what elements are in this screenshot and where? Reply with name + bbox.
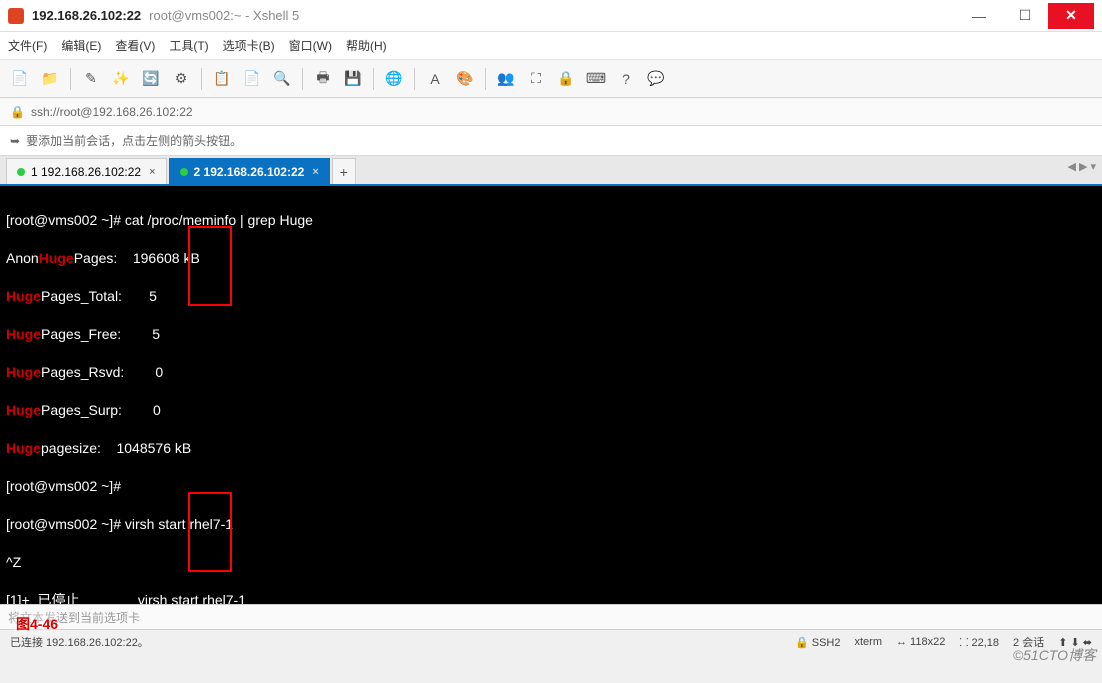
separator xyxy=(302,68,303,90)
status-connection: 已连接 192.168.26.102:22。 xyxy=(10,634,149,650)
status-bar: 已连接 192.168.26.102:22。 🔒 SSH2 xterm ↔ 11… xyxy=(0,630,1102,654)
compose-bar[interactable]: 将文本发送到当前选项卡 xyxy=(0,604,1102,630)
terminal-output[interactable]: [root@vms002 ~]# cat /proc/meminfo | gre… xyxy=(0,186,1102,604)
separator xyxy=(373,68,374,90)
tab-close-icon[interactable]: × xyxy=(312,166,318,178)
edit-icon[interactable]: ✎ xyxy=(79,67,103,91)
open-icon[interactable]: 📁 xyxy=(38,67,62,91)
maximize-button[interactable]: ☐ xyxy=(1002,3,1048,29)
window-title-main: 192.168.26.102:22 xyxy=(32,8,141,23)
tab-nav[interactable]: ◀ ▶ ▾ xyxy=(1067,160,1096,173)
window-title-sub: root@vms002:~ - Xshell 5 xyxy=(149,8,299,23)
tab-label: 2 192.168.26.102:22 xyxy=(194,165,305,179)
find-icon[interactable]: 🔍 xyxy=(270,67,294,91)
terminal-line: HugePages_Rsvd: 0 xyxy=(6,363,1096,382)
menu-tabs[interactable]: 选项卡(B) xyxy=(223,37,275,54)
status-protocol: 🔒 SSH2 xyxy=(795,636,841,649)
help-icon[interactable]: ? xyxy=(614,67,638,91)
status-termtype: xterm xyxy=(854,636,882,648)
status-size: ↔ 118x22 xyxy=(896,636,945,648)
address-bar[interactable]: 🔒 ssh://root@192.168.26.102:22 xyxy=(0,98,1102,126)
terminal-line: Hugepagesize: 1048576 kB xyxy=(6,439,1096,458)
separator xyxy=(414,68,415,90)
keyboard-icon[interactable]: ⌨ xyxy=(584,67,608,91)
terminal-line: HugePages_Free: 5 xyxy=(6,325,1096,344)
copy-icon[interactable]: 📋 xyxy=(210,67,234,91)
status-dot-icon xyxy=(180,168,188,176)
globe-icon[interactable]: 🌐 xyxy=(382,67,406,91)
terminal-line: HugePages_Surp: 0 xyxy=(6,401,1096,420)
properties-icon[interactable]: ⚙ xyxy=(169,67,193,91)
terminal-line: [root@vms002 ~]# cat /proc/meminfo | gre… xyxy=(6,211,1096,230)
close-button[interactable]: ✕ xyxy=(1048,3,1094,29)
menu-edit[interactable]: 编辑(E) xyxy=(61,37,101,54)
reconnect-icon[interactable]: 🔄 xyxy=(139,67,163,91)
menu-bar: 文件(F) 编辑(E) 查看(V) 工具(T) 选项卡(B) 窗口(W) 帮助(… xyxy=(0,32,1102,60)
new-session-icon[interactable]: 📄 xyxy=(8,67,32,91)
menu-view[interactable]: 查看(V) xyxy=(115,37,155,54)
menu-file[interactable]: 文件(F) xyxy=(8,37,47,54)
font-icon[interactable]: A xyxy=(423,67,447,91)
terminal-line: HugePages_Total: 5 xyxy=(6,287,1096,306)
fullscreen-icon[interactable]: ⛶ xyxy=(524,67,548,91)
wand-icon[interactable]: ✨ xyxy=(109,67,133,91)
tab-label: 1 192.168.26.102:22 xyxy=(31,165,141,179)
terminal-line: [1]+ 已停止 virsh start rhel7-1 xyxy=(6,591,1096,604)
menu-help[interactable]: 帮助(H) xyxy=(346,37,387,54)
hint-text: 要添加当前会话，点击左侧的箭头按钮。 xyxy=(26,132,242,149)
figure-label: 图4-46 xyxy=(14,613,60,635)
tab-close-icon[interactable]: × xyxy=(149,166,155,178)
separator xyxy=(70,68,71,90)
hint-bar: ➥ 要添加当前会话，点击左侧的箭头按钮。 xyxy=(0,126,1102,156)
status-dot-icon xyxy=(17,168,25,176)
watermark: ©51CTO博客 xyxy=(1013,645,1096,665)
arrow-icon[interactable]: ➥ xyxy=(10,134,20,148)
title-bar: 192.168.26.102:22 root@vms002:~ - Xshell… xyxy=(0,0,1102,32)
separator xyxy=(201,68,202,90)
save-icon[interactable]: 💾 xyxy=(341,67,365,91)
menu-tools[interactable]: 工具(T) xyxy=(169,37,208,54)
address-text: ssh://root@192.168.26.102:22 xyxy=(31,105,193,119)
app-logo-icon xyxy=(8,8,24,24)
toolbar: 📄 📁 ✎ ✨ 🔄 ⚙ 📋 📄 🔍 🖶 💾 🌐 A 🎨 👥 ⛶ 🔒 ⌨ ? 💬 xyxy=(0,60,1102,98)
menu-window[interactable]: 窗口(W) xyxy=(289,37,332,54)
lock-icon: 🔒 xyxy=(10,105,25,119)
terminal-line: ^Z xyxy=(6,553,1096,572)
status-position: ⸬ 22,18 xyxy=(959,635,999,650)
paste-icon[interactable]: 📄 xyxy=(240,67,264,91)
tab-session-1[interactable]: 1 192.168.26.102:22 × xyxy=(6,158,167,184)
lock-icon[interactable]: 🔒 xyxy=(554,67,578,91)
chat-icon[interactable]: 💬 xyxy=(644,67,668,91)
terminal-line: [root@vms002 ~]# virsh start rhel7-1 xyxy=(6,515,1096,534)
color-icon[interactable]: 🎨 xyxy=(453,67,477,91)
terminal-line: AnonHugePages: 196608 kB xyxy=(6,249,1096,268)
print-icon[interactable]: 🖶 xyxy=(311,67,335,91)
users-icon[interactable]: 👥 xyxy=(494,67,518,91)
tab-add-button[interactable]: + xyxy=(332,158,356,184)
tab-session-2[interactable]: 2 192.168.26.102:22 × xyxy=(169,158,330,184)
tab-bar: 1 192.168.26.102:22 × 2 192.168.26.102:2… xyxy=(0,156,1102,186)
terminal-line: [root@vms002 ~]# xyxy=(6,477,1096,496)
minimize-button[interactable]: — xyxy=(956,3,1002,29)
separator xyxy=(485,68,486,90)
